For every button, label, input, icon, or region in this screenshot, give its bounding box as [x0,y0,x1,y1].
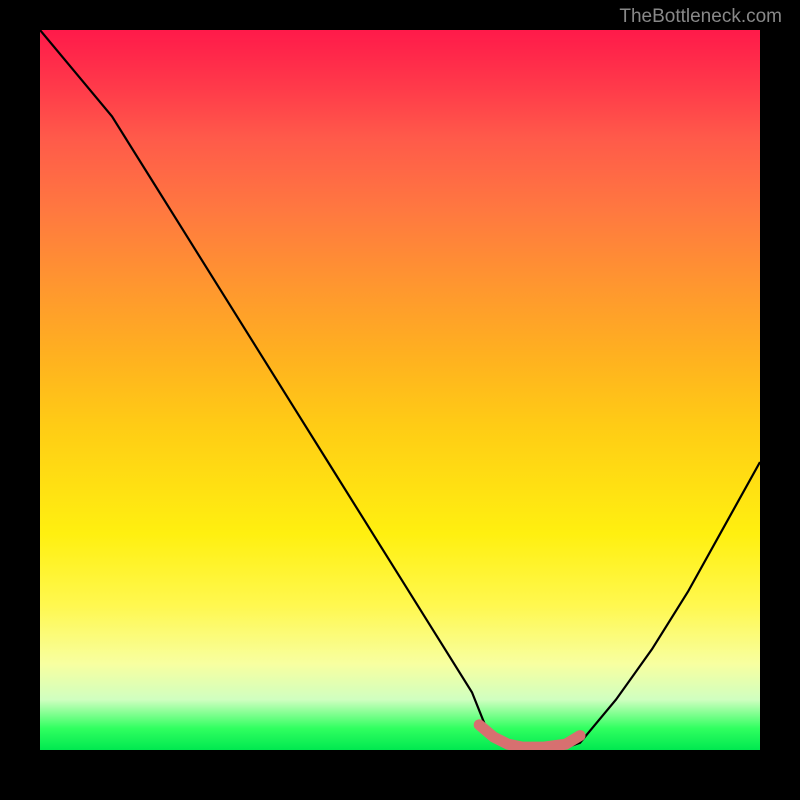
bottleneck-curve [40,30,760,750]
watermark-text: TheBottleneck.com [619,6,782,28]
highlight-segment [479,725,580,747]
chart-plot-area [40,30,760,750]
chart-svg [40,30,760,750]
